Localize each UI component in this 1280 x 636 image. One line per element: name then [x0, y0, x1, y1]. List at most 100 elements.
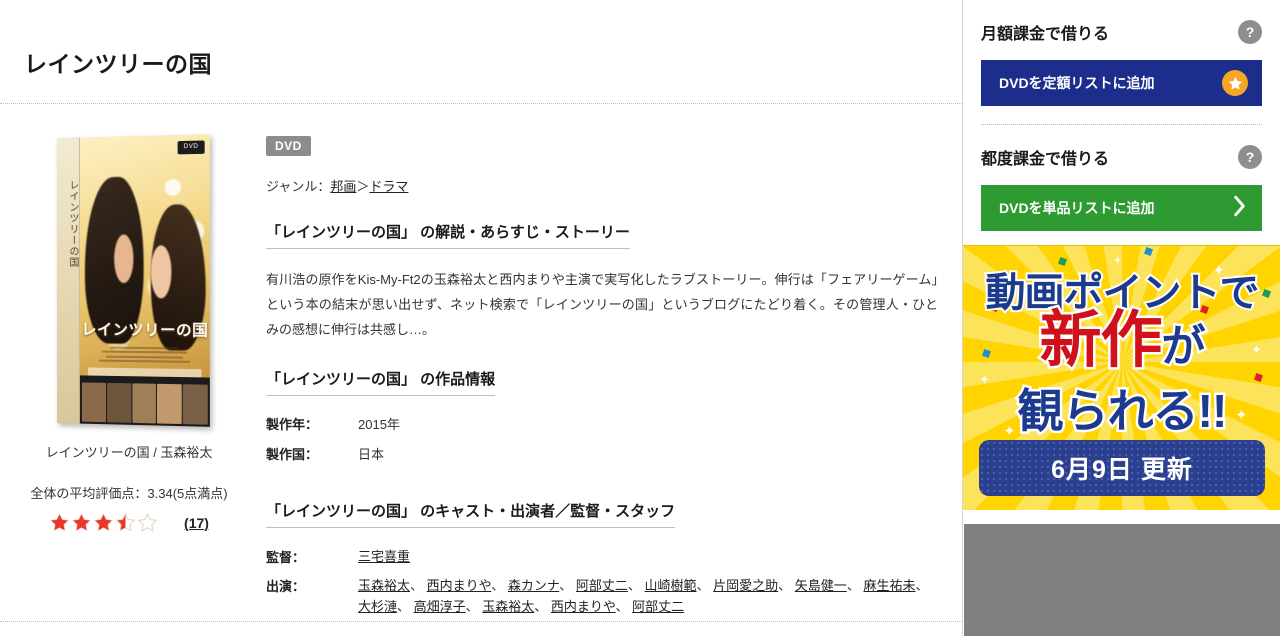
cast-heading: 「レインツリーの国」 のキャスト・出演者／監督・スタッフ	[266, 500, 676, 528]
production-year-value: 2015年	[358, 417, 400, 432]
banner-line-3: 観られる!!	[1015, 385, 1230, 437]
person-link[interactable]: 玉森裕太	[482, 599, 534, 614]
dvd-logo-icon: DVD	[177, 140, 205, 155]
cover-face-right	[150, 245, 172, 298]
genre-separator: ＞	[356, 179, 370, 194]
synopsis-heading: 「レインツリーの国」 の解説・あらすじ・ストーリー	[266, 221, 630, 249]
person-link[interactable]: 大杉漣	[358, 599, 397, 614]
confetti-dot	[1144, 247, 1153, 256]
cover-title: レインツリーの国	[81, 320, 209, 340]
work-info-row: 製作国： 日本	[266, 444, 956, 463]
director-row: 監督： 三宅喜重	[266, 546, 956, 567]
dvd-front-cover: DVD レインツリーの国	[79, 134, 210, 427]
production-country-value: 日本	[358, 447, 385, 462]
person-link[interactable]: 矢島健一	[795, 578, 847, 593]
review-count-link[interactable]: (17)	[184, 515, 209, 531]
star-glyph	[1228, 76, 1242, 90]
dvd-package-image[interactable]: レインツリーの国 DVD レインツリーの国	[39, 130, 219, 428]
director-label: 監督：	[266, 550, 306, 565]
dvd-case: レインツリーの国 DVD レインツリーの国	[57, 134, 210, 427]
star-icon-empty	[137, 512, 158, 532]
monthly-plan-header: 月額課金で借りる ?	[981, 0, 1262, 44]
work-info-table: 製作年： 2015年 製作国： 日本	[266, 414, 956, 463]
person-link[interactable]: 片岡愛之助	[713, 578, 778, 593]
production-country-label: 製作国：	[266, 447, 319, 462]
person-separator: 、	[915, 578, 929, 593]
cover-scene-strip	[79, 374, 210, 427]
person-separator: 、	[559, 578, 576, 593]
dvd-spine: レインツリーの国	[57, 137, 80, 424]
main-content: レインツリーの国 レインツリーの国 DVD レインツリーの国 レインツリーの国 …	[0, 0, 962, 636]
banner-line-2: 新作が	[963, 307, 1280, 374]
per-use-plan-block: 都度課金で借りる ? DVDを単品リストに追加	[963, 125, 1280, 231]
person-link[interactable]: 阿部丈二	[576, 578, 628, 593]
star-icon-full	[94, 513, 113, 532]
star-icon-full	[72, 513, 91, 532]
help-icon[interactable]: ?	[1238, 20, 1262, 44]
per-use-plan-header: 都度課金で借りる ?	[981, 125, 1262, 169]
add-to-single-list-button[interactable]: DVDを単品リストに追加	[981, 185, 1262, 231]
dvd-spine-title: レインツリーの国	[66, 179, 78, 268]
sparkle-icon: ✦	[979, 372, 990, 387]
person-separator: 、	[778, 578, 795, 593]
person-link[interactable]: 阿部丈二	[632, 599, 684, 614]
header-divider	[0, 103, 962, 104]
package-caption: レインツリーの国 / 玉森裕太	[45, 445, 213, 460]
star-rating	[49, 512, 158, 533]
media-type-badge: DVD	[266, 136, 311, 156]
star-icon	[1222, 70, 1248, 96]
cast-table: 監督： 三宅喜重 出演： 玉森裕太、 西内まりや、 森カンナ、 阿部丈二、 山崎…	[266, 546, 956, 617]
person-link[interactable]: 西内まりや	[551, 599, 616, 614]
person-link[interactable]: 玉森裕太	[358, 578, 410, 593]
add-to-monthly-list-button[interactable]: DVDを定額リストに追加	[981, 60, 1262, 106]
genre-link-japanese-film[interactable]: 邦画	[330, 179, 356, 194]
per-use-plan-title: 都度課金で借りる	[981, 151, 1110, 168]
person-separator: 、	[491, 578, 508, 593]
sidebar-empty-area	[964, 524, 1280, 636]
genre-breadcrumb: ジャンル：邦画＞ドラマ	[266, 176, 956, 195]
chevron-right-glyph	[1234, 195, 1245, 217]
person-separator: 、	[397, 599, 414, 614]
banner-update-pill: 6月9日 更新	[979, 440, 1265, 496]
product-detail-column: DVD ジャンル：邦画＞ドラマ 「レインツリーの国」 の解説・あらすじ・ストーリ…	[266, 136, 956, 636]
page-root: レインツリーの国 レインツリーの国 DVD レインツリーの国 レインツリーの国 …	[0, 0, 1280, 636]
monthly-plan-title: 月額課金で借りる	[981, 26, 1110, 43]
person-link[interactable]: 麻生祐未	[863, 578, 915, 593]
product-media-column: レインツリーの国 DVD レインツリーの国 レインツリーの国 / 玉森裕太 全体…	[0, 130, 258, 533]
person-separator: 、	[534, 599, 551, 614]
synopsis-body: 有川浩の原作をKis-My-Ft2の玉森裕太と西内まりや主演で実写化したラブスト…	[266, 272, 938, 337]
work-info-heading: 「レインツリーの国」 の作品情報	[266, 368, 496, 396]
rating-row: (17)	[0, 512, 258, 533]
chevron-right-icon	[1231, 195, 1248, 221]
banner-line-2-red: 新作	[1037, 306, 1165, 375]
person-link[interactable]: 高畑淳子	[414, 599, 466, 614]
monthly-plan-block: 月額課金で借りる ? DVDを定額リストに追加	[963, 0, 1280, 125]
person-separator: 、	[696, 578, 714, 593]
average-rating-label: 全体の平均評価点：3.34(5点満点)	[30, 486, 228, 501]
person-separator: 、	[627, 578, 645, 593]
star-icon-half	[115, 513, 136, 532]
cast-list: 玉森裕太、 西内まりや、 森カンナ、 阿部丈二、 山崎樹範、 片岡愛之助、 矢島…	[358, 575, 938, 617]
production-year-label: 製作年：	[266, 417, 319, 432]
genre-link-drama[interactable]: ドラマ	[369, 179, 408, 194]
work-info-row: 製作年： 2015年	[266, 414, 956, 433]
add-to-single-list-label: DVDを単品リストに追加	[999, 200, 1155, 216]
confetti-dot	[1254, 373, 1263, 382]
person-link[interactable]: 西内まりや	[427, 578, 492, 593]
help-icon[interactable]: ?	[1238, 145, 1262, 169]
director-list: 三宅喜重	[358, 546, 938, 567]
cast-row: 出演： 玉森裕太、 西内まりや、 森カンナ、 阿部丈二、 山崎樹範、 片岡愛之助…	[266, 575, 956, 617]
star-icon-full	[50, 513, 69, 532]
promo-banner[interactable]: ✦ ✦ ✦ ✦ ✦ ✦ ✦ 動画ポイントで 新作が 観られる!! 6月9日 更新	[963, 245, 1280, 510]
person-separator: 、	[465, 599, 483, 614]
page-title: レインツリーの国	[24, 51, 212, 77]
banner-line-2-blue: が	[1159, 322, 1208, 371]
sidebar: 月額課金で借りる ? DVDを定額リストに追加 都度課金で借りる ? DVDを単…	[962, 0, 1280, 636]
add-to-monthly-list-label: DVDを定額リストに追加	[999, 75, 1155, 91]
person-link[interactable]: 山崎樹範	[645, 578, 697, 593]
person-separator: 、	[615, 599, 633, 614]
person-link[interactable]: 三宅喜重	[358, 549, 410, 564]
genre-label: ジャンル：	[266, 179, 331, 194]
person-separator: 、	[410, 578, 427, 593]
person-link[interactable]: 森カンナ	[508, 578, 559, 593]
